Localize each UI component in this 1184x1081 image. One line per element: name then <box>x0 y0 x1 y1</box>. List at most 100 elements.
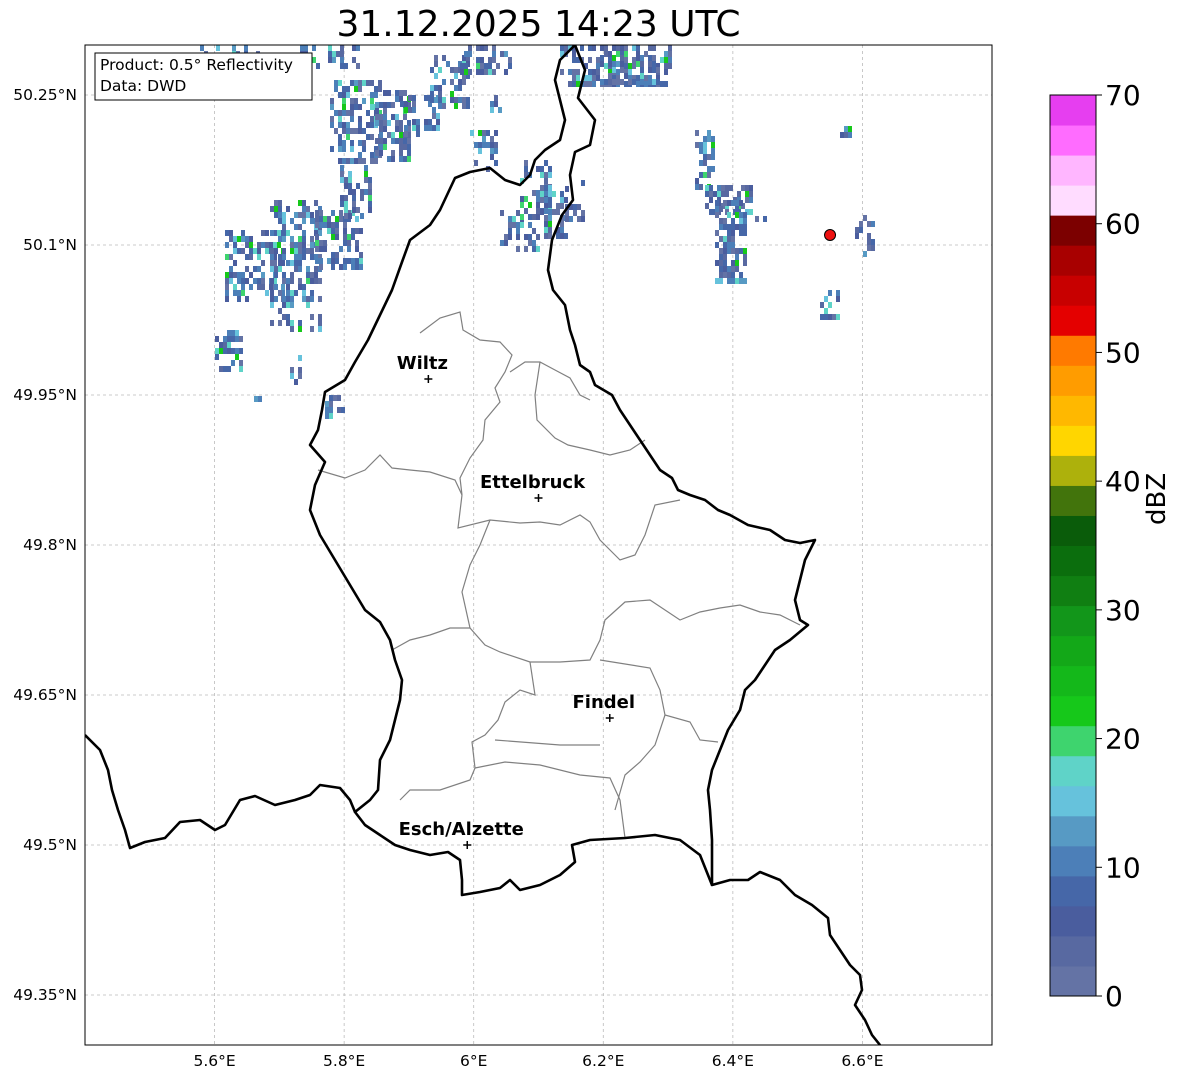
echo-cell <box>286 314 290 320</box>
echo-cell <box>729 185 733 191</box>
echo-cell <box>354 86 358 92</box>
echo-cell <box>719 278 723 284</box>
echo-cell <box>725 185 729 191</box>
echo-cell <box>358 122 362 128</box>
echo-cell <box>338 158 342 164</box>
echo-cell <box>329 413 333 419</box>
y-tick-label: 49.65°N <box>13 686 77 704</box>
echo-cell <box>719 260 723 266</box>
echo-cell <box>464 63 468 69</box>
echo-cell <box>282 248 286 254</box>
echo-cell <box>348 213 352 219</box>
echo-cell <box>664 51 668 57</box>
echo-cell <box>347 258 351 264</box>
echo-cell <box>315 246 319 252</box>
echo-cell <box>286 260 290 266</box>
echo-cell <box>290 242 294 248</box>
echo-cell <box>253 266 257 272</box>
echo-cell <box>237 272 241 278</box>
echo-cell <box>699 184 703 190</box>
echo-cell <box>239 336 243 342</box>
echo-cell <box>723 236 727 242</box>
y-tick-label: 50.1°N <box>23 236 77 254</box>
echo-cell <box>727 272 731 278</box>
echo-cell <box>707 154 711 160</box>
echo-cell <box>395 96 399 102</box>
echo-cell <box>616 61 620 67</box>
echo-cell <box>564 197 568 203</box>
echo-cell <box>520 214 524 220</box>
echo-cell <box>358 128 362 134</box>
echo-cell <box>261 284 265 290</box>
echo-cell <box>403 156 407 162</box>
echo-cell <box>282 278 286 284</box>
echo-cell <box>306 296 310 302</box>
echo-cell <box>604 63 608 69</box>
echo-cell <box>227 330 231 336</box>
colorbar-segment <box>1050 485 1096 516</box>
echo-cell <box>528 240 532 246</box>
echo-cell <box>354 104 358 110</box>
echo-cell <box>745 191 749 197</box>
echo-cell <box>306 302 310 308</box>
echo-cell <box>346 92 350 98</box>
echo-cell <box>387 132 391 138</box>
echo-cell <box>366 110 370 116</box>
echo-cell <box>277 230 281 236</box>
echo-cell <box>327 228 331 234</box>
echo-cell <box>721 185 725 191</box>
echo-cell <box>532 214 536 220</box>
echo-cell <box>362 158 366 164</box>
echo-cell <box>741 185 745 191</box>
product-label: Product: 0.5° Reflectivity <box>100 56 293 74</box>
echo-cell <box>257 248 261 254</box>
echo-cell <box>383 126 387 132</box>
echo-cell <box>294 379 298 385</box>
echo-cell <box>245 242 249 248</box>
echo-cell <box>219 348 223 354</box>
echo-cell <box>290 373 294 379</box>
echo-cell <box>249 242 253 248</box>
echo-cell <box>270 296 274 302</box>
echo-cell <box>707 136 711 142</box>
echo-cell <box>624 81 628 87</box>
echo-cell <box>286 290 290 296</box>
echo-cell <box>717 191 721 197</box>
echo-cell <box>338 140 342 146</box>
echo-cell <box>703 136 707 142</box>
echo-cell <box>743 254 747 260</box>
echo-cell <box>342 92 346 98</box>
echo-cell <box>286 320 290 326</box>
echo-cell <box>312 45 316 51</box>
canton-boundaries <box>317 311 801 839</box>
echo-cell <box>480 45 484 51</box>
echo-cell <box>867 233 871 239</box>
echo-cell <box>565 216 569 222</box>
echo-cell <box>552 209 556 215</box>
echo-cell <box>407 150 411 156</box>
echo-cell <box>436 125 440 131</box>
echo-cell <box>270 230 274 236</box>
echo-cell <box>233 236 237 242</box>
echo-cell <box>298 200 302 206</box>
colorbar-segment <box>1050 575 1096 607</box>
echo-cell <box>298 254 302 260</box>
echo-cell <box>241 248 245 254</box>
echo-cell <box>711 154 715 160</box>
echo-cell <box>608 51 612 57</box>
echo-cell <box>346 158 350 164</box>
echo-cell <box>298 242 302 248</box>
echo-cell <box>548 197 552 203</box>
echo-cell <box>340 195 344 201</box>
echo-cell <box>699 148 703 154</box>
echo-cell <box>540 172 544 178</box>
echo-cell <box>727 230 731 236</box>
echo-cell <box>859 221 863 227</box>
echo-cell <box>404 131 408 137</box>
echo-cell <box>351 228 355 234</box>
echo-cell <box>229 236 233 242</box>
echo-cell <box>387 156 391 162</box>
echo-cell <box>227 342 231 348</box>
echo-cell <box>306 248 310 254</box>
echo-cell <box>387 90 391 96</box>
